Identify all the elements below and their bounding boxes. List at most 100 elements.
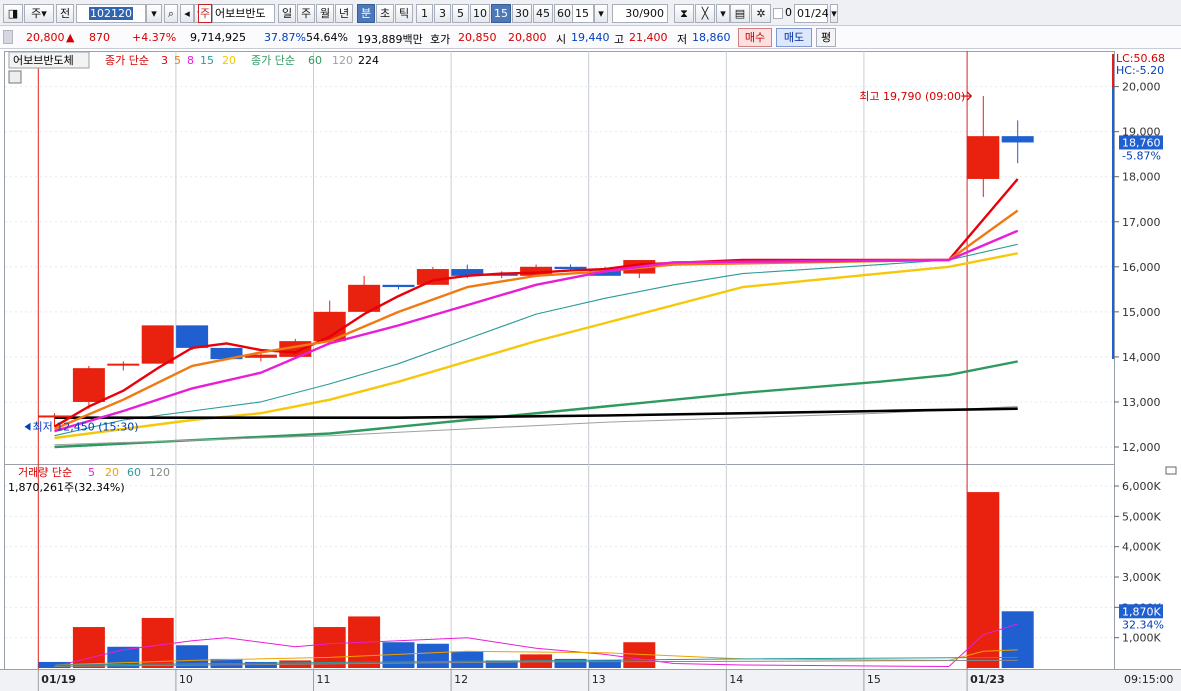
vol-legend-period-3: 120	[149, 466, 170, 479]
candle-body-11	[416, 269, 449, 285]
period-button-1[interactable]: 주	[297, 4, 315, 23]
volume-tag-text: 1,870K	[1122, 605, 1161, 618]
market-select[interactable]: 주▾	[24, 4, 54, 23]
interval-button-1[interactable]: 3	[434, 4, 451, 23]
low-price: 18,860	[692, 31, 731, 44]
interval-button-6[interactable]: 45	[533, 4, 553, 23]
high-annotation: 최고 19,790 (09:00)	[859, 90, 965, 103]
period-button-5[interactable]: 초	[376, 4, 394, 23]
volume-tick-label-2: 3,000K	[1122, 571, 1161, 584]
stock-chart[interactable]: 12,000 13,000 14,000 15,000 16,000 17,000 18,0…	[0, 49, 1181, 691]
draw-dropdown-icon[interactable]: ▾	[716, 4, 730, 23]
interval-button-5[interactable]: 30	[512, 4, 532, 23]
x-label-0: 01/19	[41, 673, 76, 686]
period-button-6[interactable]: 틱	[395, 4, 413, 23]
search-icon[interactable]: ⌕	[164, 4, 178, 23]
period-button-3[interactable]: 년	[335, 4, 353, 23]
interval-value: 15	[575, 7, 589, 20]
quote-bar-handle[interactable]	[3, 30, 13, 44]
open-price: 19,440	[571, 31, 610, 44]
candle-body-0	[38, 415, 71, 418]
hc-label: HC:-5.20	[1116, 64, 1164, 77]
date-dropdown-icon[interactable]: ▾	[830, 4, 838, 23]
stock-legend-label: 어보브반도체	[13, 54, 74, 67]
low-annotation: 최저 12,450 (15:30)	[33, 421, 139, 434]
eval-button[interactable]: 평	[816, 28, 836, 47]
x-label-5: 14	[729, 673, 743, 686]
candle-body-2	[107, 363, 140, 366]
interval-button-0[interactable]: 1	[416, 4, 433, 23]
price-tick-label-1: 13,000	[1122, 396, 1161, 409]
candle-type-icon[interactable]: ⧗	[674, 4, 694, 23]
save-icon[interactable]: ▤	[730, 4, 750, 23]
stock-code-input[interactable]: 102120	[76, 4, 146, 23]
interval-button-2[interactable]: 5	[452, 4, 469, 23]
ma1-legend-period-4: 20	[222, 54, 236, 67]
price-tick-label-6: 18,000	[1122, 171, 1161, 184]
current-price: 20,800	[26, 31, 65, 44]
volume-bar-18	[967, 492, 1000, 668]
ma1-legend-period-1: 5	[174, 54, 181, 67]
price-tag-text: 18,760	[1122, 136, 1161, 149]
date-field[interactable]: 01/24	[794, 4, 829, 23]
code-dropdown-icon[interactable]: ▾	[146, 4, 162, 23]
candle-body-10	[382, 284, 415, 288]
price-tick-label-2: 14,000	[1122, 351, 1161, 364]
count-display[interactable]: 30/900	[612, 4, 668, 23]
ma2-legend-title: 종가 단순	[251, 54, 295, 67]
price-tick-label-5: 17,000	[1122, 216, 1161, 229]
candle-body-1	[72, 368, 105, 402]
volume-bar-1	[72, 627, 105, 668]
volume-bar-3	[141, 617, 174, 668]
candle-body-19	[1001, 136, 1034, 143]
interval-button-7[interactable]: 60	[554, 4, 574, 23]
price-panel-frame	[4, 51, 1115, 465]
volume-bar-19	[1001, 611, 1034, 668]
trade-value: 193,889백만	[357, 33, 423, 46]
toolbar: ◨ 주▾ 전 102120 ▾ ⌕ ◂ ▾ 주 어보브반도 일주월년분초틱 13…	[0, 0, 1181, 26]
candle-body-3	[141, 325, 174, 364]
ma1-legend-title: 종가 단순	[105, 54, 149, 67]
interval-button-4[interactable]: 15	[491, 4, 511, 23]
ma-line-60	[54, 360, 1018, 449]
stock-type-badge: 주	[198, 4, 212, 23]
ma2-legend-period-1: 120	[332, 54, 353, 67]
speaker-icon[interactable]: ◂	[180, 4, 194, 23]
panel-menu-icon	[1165, 466, 1177, 475]
time-label: 09:15:00	[1124, 673, 1173, 686]
buy-button[interactable]: 매수	[738, 28, 772, 47]
draw-tool-icon[interactable]: ╳	[695, 4, 715, 23]
interval-dropdown-icon[interactable]: ▾	[594, 4, 608, 23]
interval-select[interactable]: 15	[572, 4, 594, 23]
checkbox-label: 0	[785, 6, 792, 19]
period-button-2[interactable]: 월	[316, 4, 334, 23]
ask-price: 20,850	[458, 31, 497, 44]
price-tick-label-0: 12,000	[1122, 441, 1161, 454]
direction-icon: ▲	[66, 31, 75, 44]
candle-body-15	[554, 266, 587, 270]
sell-button[interactable]: 매도	[776, 28, 812, 47]
volume-bar-11	[416, 643, 449, 668]
ma2-legend-period-0: 60	[308, 54, 322, 67]
period-button-0[interactable]: 일	[278, 4, 296, 23]
volume-tag-pct: 32.34%	[1122, 618, 1164, 631]
volume-bar-12	[451, 651, 484, 668]
vol-legend-value: 1,870,261주(32.34%)	[8, 481, 125, 494]
ma1-legend-period-2: 8	[187, 54, 194, 67]
volume-bar-8	[313, 627, 346, 668]
x-label-7: 01/23	[970, 673, 1005, 686]
price-tick-label-3: 15,000	[1122, 306, 1161, 319]
ma2-legend-period-2: 224	[358, 54, 379, 67]
chart-type-icon[interactable]: ◨	[3, 4, 23, 23]
period-button-4[interactable]: 분	[357, 4, 375, 23]
settings-icon[interactable]: ✲	[751, 4, 771, 23]
interval-button-3[interactable]: 10	[470, 4, 490, 23]
candle-body-4	[176, 325, 209, 348]
change-percent: +4.37%	[132, 31, 177, 44]
prev-button[interactable]: 전	[56, 4, 74, 23]
option-checkbox[interactable]	[773, 8, 783, 19]
quote-bar: 20,800 ▲ 870 +4.37% 9,714,925 37.87% 54.…	[0, 26, 1181, 49]
x-label-3: 12	[454, 673, 468, 686]
x-label-1: 10	[179, 673, 193, 686]
high-price: 21,400	[629, 31, 668, 44]
